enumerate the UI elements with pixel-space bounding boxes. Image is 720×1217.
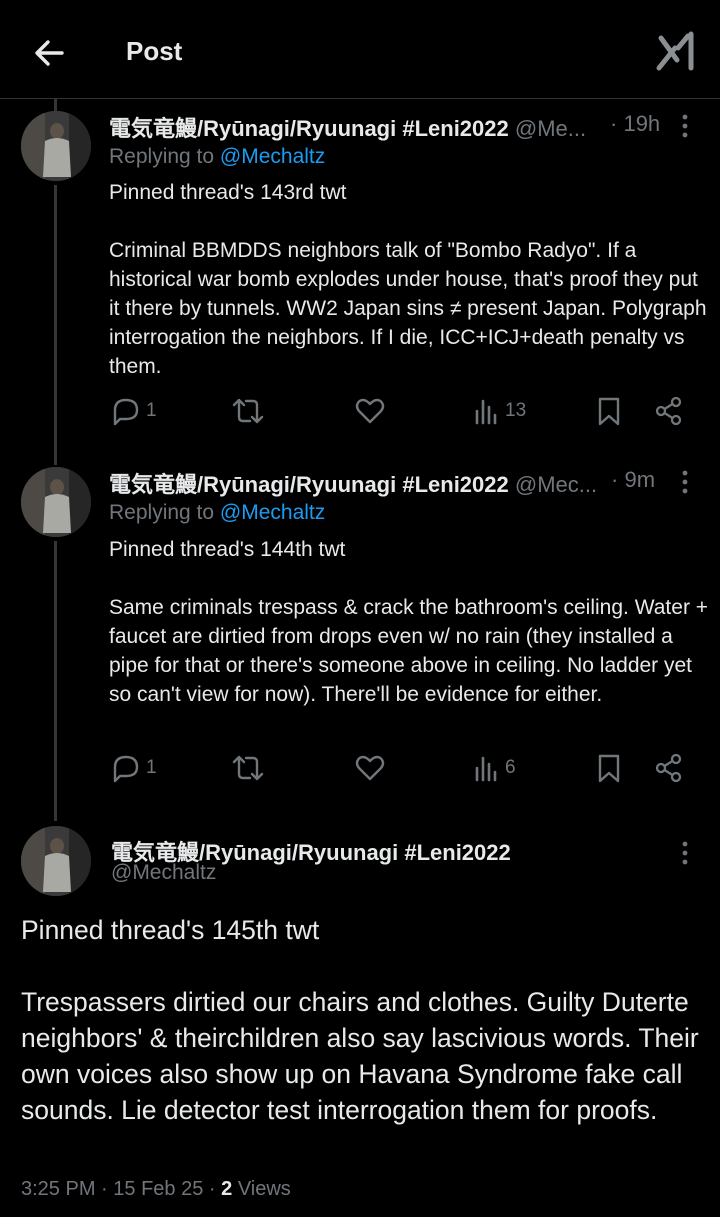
share-icon <box>655 396 682 426</box>
reply-mention-link[interactable]: @Mechaltz <box>220 501 325 524</box>
tweet-author-row: 電気竜鰻/Ryūnagi/Ryuunagi #Leni2022 @Mec... <box>109 467 597 499</box>
timestamp[interactable]: · 9m <box>611 467 655 493</box>
bookmark-icon <box>598 397 620 426</box>
avatar[interactable] <box>21 467 91 537</box>
handle[interactable]: @Mec... <box>515 472 597 497</box>
avatar[interactable] <box>21 826 91 896</box>
action-bar: 1 13 <box>0 395 720 435</box>
timestamp[interactable]: · 19h <box>610 111 660 137</box>
views-button[interactable]: 13 <box>473 395 526 427</box>
avatar-photo <box>21 467 91 537</box>
page-title: Post <box>126 36 183 66</box>
like-button[interactable] <box>354 752 386 784</box>
reply-icon <box>113 398 139 426</box>
handle[interactable]: @Mechaltz <box>111 861 216 885</box>
handle[interactable]: @Me... <box>515 116 586 141</box>
repost-icon <box>232 398 264 424</box>
analytics-icon <box>475 756 497 782</box>
views-button[interactable]: 6 <box>473 752 516 784</box>
action-bar: 1 6 <box>0 752 720 792</box>
share-button[interactable] <box>654 395 684 427</box>
analytics-icon <box>475 399 497 425</box>
bookmark-icon <box>598 754 620 783</box>
avatar[interactable] <box>21 111 91 181</box>
tweet-author-row: 電気竜鰻/Ryūnagi/Ryuunagi #Leni2022 @Me... <box>109 111 586 143</box>
more-options-icon[interactable] <box>680 469 690 495</box>
avatar-photo <box>21 826 91 896</box>
heart-icon <box>355 398 385 424</box>
tweet-text: Pinned thread's 143rd twt Criminal BBMDD… <box>109 181 707 378</box>
tweet-text: Pinned thread's 144th twt Same criminals… <box>109 538 709 706</box>
bookmark-button[interactable] <box>596 752 622 784</box>
replying-to: Replying to @Mechaltz <box>109 501 326 524</box>
reply-icon <box>113 755 139 783</box>
post-text: Pinned thread's 145th twt Trespassers di… <box>21 915 699 1125</box>
more-options-icon[interactable] <box>680 840 690 866</box>
display-name[interactable]: 電気竜鰻/Ryūnagi/Ryuunagi #Leni2022 <box>109 116 509 141</box>
display-name[interactable]: 電気竜鰻/Ryūnagi/Ryuunagi #Leni2022 <box>109 472 509 497</box>
share-icon <box>655 753 682 783</box>
post-time[interactable]: 3:25 PM <box>21 1178 95 1200</box>
reply-button[interactable]: 1 <box>110 395 157 427</box>
share-button[interactable] <box>654 752 684 784</box>
views-count: 2 <box>221 1178 233 1200</box>
post-date[interactable]: 15 Feb 25 <box>113 1178 203 1200</box>
bookmark-button[interactable] <box>596 395 622 427</box>
reply-button[interactable]: 1 <box>110 752 157 784</box>
repost-button[interactable] <box>230 395 266 427</box>
arrow-left-icon[interactable] <box>30 34 68 72</box>
replying-to: Replying to @Mechaltz <box>109 145 326 168</box>
like-button[interactable] <box>354 395 386 427</box>
reply-mention-link[interactable]: @Mechaltz <box>220 145 325 168</box>
repost-icon <box>232 755 264 781</box>
avatar-photo <box>21 111 91 181</box>
views-label: Views <box>237 1178 291 1200</box>
repost-button[interactable] <box>230 752 266 784</box>
more-options-icon[interactable] <box>680 113 690 139</box>
grok-x-logo-icon[interactable] <box>655 30 697 72</box>
top-bar: Post <box>0 0 720 99</box>
heart-icon <box>355 755 385 781</box>
post-meta: 3:25 PM · 15 Feb 25 · 2 Views <box>21 1178 291 1200</box>
